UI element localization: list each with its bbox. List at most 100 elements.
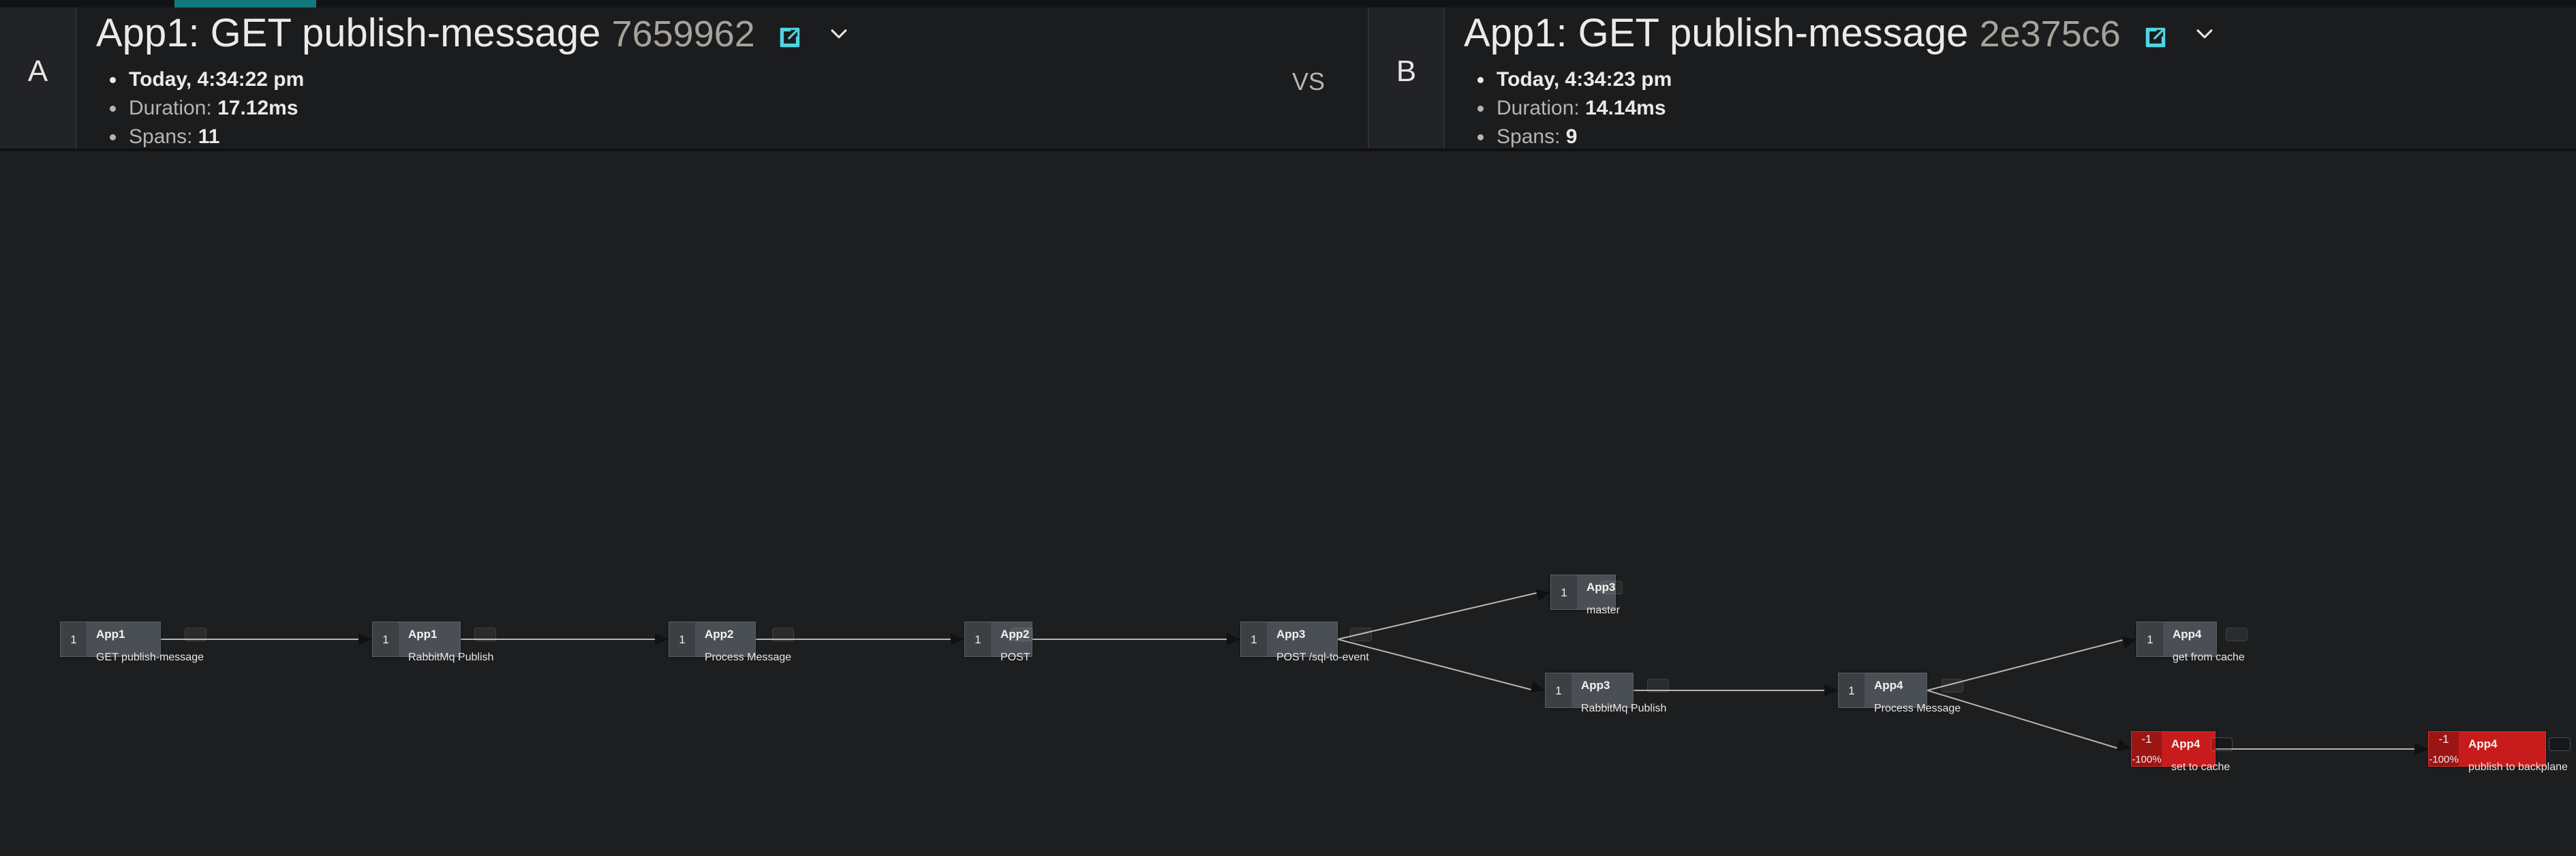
panel-b-timestamp: Today, 4:34:23 pm — [1494, 66, 1672, 93]
graph-node-badge — [2211, 737, 2233, 751]
graph-node-metrics: -1 -100% — [2132, 732, 2162, 766]
graph-node-metrics: 1 — [1241, 622, 1267, 656]
graph-node[interactable]: 1 App4 Process Message — [1838, 673, 1964, 714]
compare-header-band: A App1: GET publish-message 7659962 • To… — [0, 7, 2576, 150]
external-link-icon[interactable] — [2143, 13, 2168, 62]
graph-node[interactable]: 1 App1 GET publish-message — [60, 622, 206, 663]
panel-a-timestamp: Today, 4:34:22 pm — [126, 66, 304, 93]
graph-node-operation: POST — [1000, 652, 1030, 663]
graph-node-count: 1 — [2147, 632, 2153, 646]
graph-node-operation: set to cache — [2171, 761, 2230, 773]
top-strip — [0, 0, 2576, 7]
panel-b-duration-value: 14.14ms — [1585, 97, 1666, 119]
panel-b-trace-id[interactable]: 2e375c6 — [1980, 14, 2121, 55]
vs-divider — [1355, 7, 1368, 149]
graph-node-metrics: 1 — [1546, 673, 1571, 707]
panel-b-duration: Duration: 14.14ms — [1494, 95, 1672, 121]
graph-node[interactable]: 1 App2 POST — [964, 622, 1033, 663]
panel-a-meta-list: Today, 4:34:22 pm Duration: 17.12ms Span… — [126, 66, 304, 152]
graph-node-body: App2 Process Message — [695, 622, 801, 663]
graph-node-metrics: 1 — [1839, 673, 1865, 707]
panel-b-letter-column: B — [1368, 7, 1445, 149]
graph-node-body: App3 POST /sql-to-event — [1267, 622, 1379, 663]
graph-node-badge — [185, 628, 206, 641]
panel-a-spans: Spans: 11 — [126, 123, 304, 150]
external-link-icon[interactable] — [777, 13, 803, 62]
graph-node[interactable]: -1 -100% App4 set to cache — [2131, 731, 2233, 773]
graph-node-metrics: -1 -100% — [2429, 732, 2459, 766]
trace-diff-graph[interactable]: 1 App1 GET publish-message 1 App1 RabbitMq Pu… — [0, 151, 2576, 856]
graph-node[interactable]: 1 App1 RabbitMq Publish — [372, 622, 497, 663]
graph-node[interactable]: 1 App3 master — [1550, 575, 1623, 616]
graph-node-operation: publish to backplane — [2468, 761, 2568, 773]
graph-node[interactable]: 1 App4 get from cache — [2136, 622, 2248, 663]
graph-node-count: 1 — [679, 632, 686, 646]
graph-node-operation: POST /sql-to-event — [1276, 652, 1369, 663]
graph-node-count: 1 — [1251, 632, 1257, 646]
graph-node-body: App1 RabbitMq Publish — [399, 622, 503, 663]
graph-edge-arrow-icon — [655, 633, 669, 645]
graph-node-operation: get from cache — [2173, 652, 2245, 663]
graph-node-metrics: 1 — [1551, 575, 1577, 609]
graph-edge-arrow-icon — [2414, 743, 2428, 755]
graph-node-operation: RabbitMq Publish — [408, 652, 494, 663]
graph-node-count: 1 — [70, 632, 77, 646]
graph-node[interactable]: 1 App3 RabbitMq Publish — [1545, 673, 1670, 714]
panel-a-spans-value: 11 — [198, 125, 220, 148]
graph-edge-arrow-icon — [1535, 589, 1550, 602]
graph-edge-arrow-icon — [1227, 633, 1240, 645]
graph-node-body: App4 get from cache — [2163, 622, 2254, 663]
graph-node[interactable]: -1 -100% App4 publish to backplane — [2428, 731, 2571, 773]
panel-b-duration-label: Duration: — [1497, 97, 1580, 119]
panel-a-trace-id[interactable]: 7659962 — [612, 14, 755, 55]
panel-a-body: App1: GET publish-message 7659962 • Toda… — [77, 7, 1355, 149]
graph-node[interactable]: 1 App3 POST /sql-to-event — [1240, 622, 1372, 663]
graph-edge-arrow-icon — [2121, 637, 2136, 649]
vs-label: VS — [1291, 67, 1325, 95]
graph-node-count: 1 — [1848, 684, 1855, 697]
graph-edge-arrow-icon — [1824, 684, 1838, 697]
panel-b-spans-value: 9 — [1565, 125, 1578, 148]
graph-node-count: -1 — [2141, 733, 2152, 746]
graph-node-metrics: 1 — [373, 622, 399, 656]
panel-a-spans-label: Spans: — [129, 125, 193, 148]
panel-a-letter: A — [27, 55, 48, 88]
panel-a-duration-label: Duration: — [129, 97, 212, 119]
chevron-down-icon[interactable] — [827, 7, 850, 57]
trace-compare-page: A App1: GET publish-message 7659962 • To… — [0, 0, 2576, 856]
graph-node[interactable]: 1 App2 Process Message — [669, 622, 795, 663]
graph-node-operation: RabbitMq Publish — [1581, 703, 1667, 714]
graph-node-count: 1 — [1555, 684, 1562, 697]
panel-b-spans-label: Spans: — [1497, 125, 1561, 148]
graph-node-badge — [1600, 581, 1623, 594]
graph-node-count: 1 — [975, 632, 981, 646]
graph-node-badge — [1349, 628, 1372, 641]
graph-node-operation: Process Message — [705, 652, 792, 663]
graph-node-badge — [772, 628, 795, 641]
graph-node-operation: Process Message — [1874, 703, 1961, 714]
graph-node-operation: GET publish-message — [96, 652, 204, 663]
graph-node-body: App4 publish to backplane — [2459, 732, 2576, 773]
active-tab-indicator — [174, 0, 316, 7]
graph-node-badge — [1011, 628, 1033, 641]
panel-b-title-row: App1: GET publish-message 2e375c6 — [1464, 7, 2216, 62]
panel-a-letter-column: A — [0, 7, 77, 149]
panel-a-title-row: App1: GET publish-message 7659962 — [96, 7, 850, 62]
panel-b-body: App1: GET publish-message 2e375c6 • Toda… — [1445, 7, 2576, 149]
graph-node-body: App2 POST — [991, 622, 1040, 663]
graph-node-operation: master — [1586, 605, 1620, 616]
graph-node-badge — [474, 628, 497, 641]
graph-node-metrics: 1 — [2137, 622, 2163, 656]
trace-panel-a: A App1: GET publish-message 7659962 • To… — [0, 7, 1355, 149]
graph-edge-arrow-icon — [2116, 739, 2131, 751]
chevron-down-icon[interactable] — [2193, 7, 2216, 57]
graph-node-metrics: 1 — [669, 622, 695, 656]
graph-node-percent: -100% — [2429, 754, 2459, 765]
graph-edge-arrow-icon — [951, 633, 964, 645]
panel-a-title: App1: GET publish-message — [96, 11, 601, 55]
graph-node-count: 1 — [1561, 585, 1567, 599]
graph-node-body: App1 GET publish-message — [87, 622, 213, 663]
graph-node-body: App3 RabbitMq Publish — [1571, 673, 1676, 714]
panel-b-letter: B — [1396, 55, 1417, 88]
panel-b-title: App1: GET publish-message — [1464, 11, 1969, 55]
